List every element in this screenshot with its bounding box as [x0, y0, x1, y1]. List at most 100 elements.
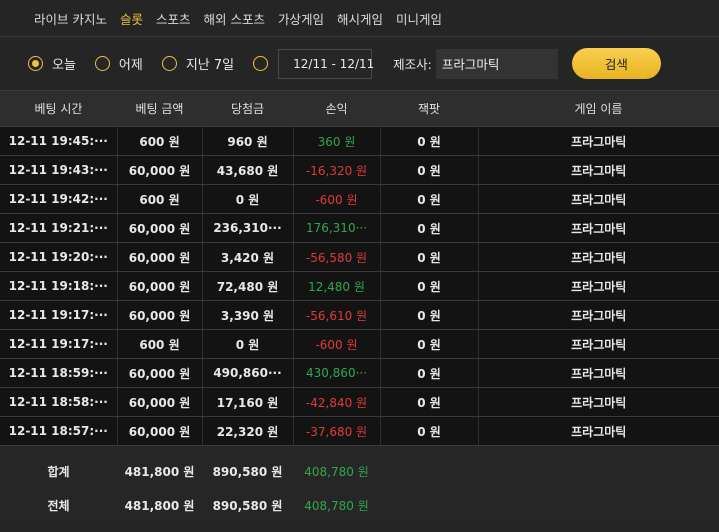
table-row: 12-11 19:43:··· 60,000 원 43,680 원 -16,320 원…: [0, 155, 719, 185]
row-bet-amount: 60,000 원: [117, 155, 203, 185]
header-profit-loss: 손익: [293, 91, 380, 127]
summary-label: 전체: [0, 488, 117, 522]
radio-unchecked-icon: [161, 56, 177, 71]
row-bet-amount: 60,000 원: [117, 271, 203, 301]
table-row: 12-11 18:58:··· 60,000 원 17,160 원 -42,840 원…: [0, 387, 719, 417]
row-winnings: 22,320 원: [202, 416, 294, 446]
row-profit-loss: -600 원: [293, 184, 381, 214]
table-row: 12-11 19:18:··· 60,000 원 72,480 원 12,480 원0…: [0, 271, 719, 301]
period-today-radio[interactable]: 오늘: [28, 54, 76, 73]
row-jackpot: 0 원: [380, 213, 479, 243]
table-row: 12-11 19:42:··· 600 원0 원 -600 원0 원 프라그마틱: [0, 184, 719, 214]
bet-history-table: 베팅 시간 베팅 금액 당첨금 손익 잭팟 게임 이름 12-11 19:45:…: [0, 91, 719, 522]
table-header-row: 베팅 시간 베팅 금액 당첨금 손익 잭팟 게임 이름: [0, 91, 719, 127]
row-jackpot: 0 원: [380, 271, 479, 301]
row-jackpot: 0 원: [380, 329, 479, 359]
row-winnings: 3,390 원: [202, 300, 294, 330]
row-jackpot: 0 원: [380, 184, 479, 214]
row-bet-time: 12-11 19:17:···: [0, 300, 118, 330]
row-game-name: 프라그마틱: [478, 358, 719, 388]
maker-input[interactable]: [435, 48, 558, 79]
row-game-name: 프라그마틱: [478, 213, 719, 243]
tab-hash-game[interactable]: 해시게임: [337, 9, 383, 28]
tab-virtual-game[interactable]: 가상게임: [278, 9, 324, 28]
radio-unchecked-icon: [94, 56, 110, 71]
row-bet-time: 12-11 19:43:···: [0, 155, 118, 185]
row-game-name: 프라그마틱: [478, 416, 719, 446]
row-jackpot: 0 원: [380, 300, 479, 330]
row-jackpot: 0 원: [380, 387, 479, 417]
row-profit-loss: -16,320 원: [293, 155, 381, 185]
row-bet-amount: 600 원: [117, 329, 203, 359]
summary-bet: 481,800 원: [117, 445, 202, 488]
row-bet-time: 12-11 19:42:···: [0, 184, 118, 214]
tab-live-casino[interactable]: 라이브 카지노: [34, 9, 107, 28]
row-game-name: 프라그마틱: [478, 155, 719, 185]
period-custom-radio[interactable]: [253, 56, 269, 71]
row-winnings: 490,860···: [202, 358, 294, 388]
row-bet-amount: 60,000 원: [117, 300, 203, 330]
row-bet-amount: 600 원: [117, 126, 203, 156]
row-bet-time: 12-11 19:17:···: [0, 329, 118, 359]
row-bet-amount: 60,000 원: [117, 416, 203, 446]
summary-pnl: 408,780 원: [293, 488, 380, 522]
table-row: 12-11 19:45:··· 600 원 960 원 360 원0 원 프라그마틱: [0, 126, 719, 156]
period-today-label: 오늘: [52, 58, 76, 73]
period-last7-label: 지난 7일: [185, 58, 235, 73]
row-bet-time: 12-11 19:21:···: [0, 213, 118, 243]
tab-mini-game[interactable]: 미니게임: [396, 9, 442, 28]
header-bet-amount: 베팅 금액: [117, 91, 202, 127]
row-game-name: 프라그마틱: [478, 329, 719, 359]
period-yesterday-label: 어제: [118, 58, 143, 73]
row-winnings: 0 원: [202, 329, 294, 359]
table-row: 12-11 19:21:··· 60,000 원 236,310··· 176,310…: [0, 213, 719, 243]
summary-row-subtotal: 합계 481,800 원 890,580 원 408,780 원: [0, 445, 719, 488]
tab-sports[interactable]: 스포츠: [156, 9, 191, 28]
tab-slot[interactable]: 슬롯: [120, 9, 143, 28]
row-profit-loss: -42,840 원: [293, 387, 381, 417]
row-profit-loss: 430,860···: [293, 358, 381, 388]
summary-pnl: 408,780 원: [293, 445, 380, 488]
header-bet-time: 베팅 시간: [0, 91, 117, 127]
summary-bet: 481,800 원: [117, 488, 202, 522]
date-range-picker[interactable]: 12/11 - 12/11: [278, 48, 375, 79]
row-bet-amount: 600 원: [117, 184, 203, 214]
row-bet-amount: 60,000 원: [117, 242, 203, 272]
row-game-name: 프라그마틱: [478, 300, 719, 330]
maker-label: 제조사:: [393, 57, 432, 72]
table-row: 12-11 18:57:··· 60,000 원 22,320 원 -37,680 원…: [0, 416, 719, 446]
period-last7-radio[interactable]: 지난 7일: [161, 54, 235, 73]
row-bet-time: 12-11 18:58:···: [0, 387, 118, 417]
table-row: 12-11 18:59:··· 60,000 원 490,860··· 430,860…: [0, 358, 719, 388]
row-bet-time: 12-11 19:45:···: [0, 126, 118, 156]
row-winnings: 17,160 원: [202, 387, 294, 417]
date-range-text: 12/11 - 12/11: [293, 56, 375, 71]
summary-label: 합계: [0, 445, 117, 488]
radio-checked-icon: [28, 56, 43, 71]
row-profit-loss: -37,680 원: [293, 416, 381, 446]
row-bet-amount: 60,000 원: [117, 358, 203, 388]
row-jackpot: 0 원: [380, 416, 479, 446]
period-yesterday-radio[interactable]: 어제: [94, 54, 143, 73]
table-row: 12-11 19:17:··· 60,000 원 3,390 원 -56,610 원0…: [0, 300, 719, 330]
row-profit-loss: 176,310···: [293, 213, 381, 243]
row-game-name: 프라그마틱: [478, 126, 719, 156]
row-winnings: 72,480 원: [202, 271, 294, 301]
table-row: 12-11 19:17:··· 600 원0 원 -600 원0 원 프라그마틱: [0, 329, 719, 359]
search-button[interactable]: 검색: [571, 48, 661, 79]
row-bet-amount: 60,000 원: [117, 387, 203, 417]
row-game-name: 프라그마틱: [478, 184, 719, 214]
row-winnings: 43,680 원: [202, 155, 294, 185]
row-profit-loss: -56,610 원: [293, 300, 381, 330]
row-jackpot: 0 원: [380, 155, 479, 185]
row-bet-time: 12-11 18:59:···: [0, 358, 118, 388]
table-row: 12-11 19:20:··· 60,000 원 3,420 원 -56,580 원0…: [0, 242, 719, 272]
category-tabs: 라이브 카지노 슬롯 스포츠 해외 스포츠 가상게임 해시게임 미니게임: [0, 0, 719, 37]
summary-row-total: 전체 481,800 원 890,580 원 408,780 원: [0, 488, 719, 522]
row-winnings: 236,310···: [202, 213, 294, 243]
row-jackpot: 0 원: [380, 126, 479, 156]
row-game-name: 프라그마틱: [478, 271, 719, 301]
tab-overseas-sports[interactable]: 해외 스포츠: [204, 9, 265, 28]
row-winnings: 0 원: [202, 184, 294, 214]
row-profit-loss: 12,480 원: [293, 271, 381, 301]
